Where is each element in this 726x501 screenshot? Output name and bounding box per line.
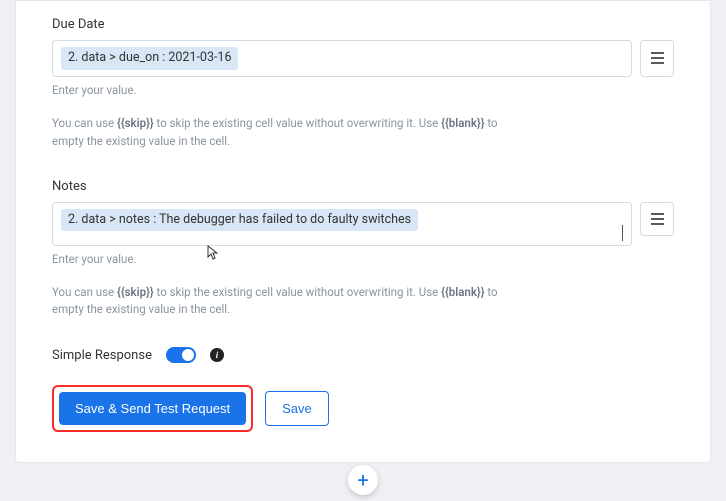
notes-row: 2. data > notes : The debugger has faile…	[52, 202, 674, 246]
save-send-test-button[interactable]: Save & Send Test Request	[59, 392, 246, 425]
primary-button-highlight: Save & Send Test Request	[52, 385, 253, 432]
text-caret	[622, 225, 623, 241]
toggle-knob	[182, 349, 194, 361]
due-date-input[interactable]: 2. data > due_on : 2021-03-16	[52, 40, 632, 77]
notes-hint: Enter your value.	[52, 252, 674, 266]
due-date-help: You can use {{skip}} to skip the existin…	[52, 115, 522, 151]
add-step-button[interactable]: +	[348, 465, 378, 495]
notes-menu-button[interactable]	[640, 202, 674, 236]
simple-response-row: Simple Response i	[52, 347, 674, 363]
due-date-row: 2. data > due_on : 2021-03-16	[52, 40, 674, 77]
hamburger-icon	[650, 52, 665, 64]
config-card: Due Date 2. data > due_on : 2021-03-16 E…	[15, 0, 711, 463]
due-date-hint: Enter your value.	[52, 83, 674, 97]
notes-help: You can use {{skip}} to skip the existin…	[52, 284, 522, 320]
hamburger-icon	[650, 213, 665, 225]
notes-token[interactable]: 2. data > notes : The debugger has faile…	[61, 209, 418, 232]
button-row: Save & Send Test Request Save	[52, 385, 674, 432]
simple-response-toggle[interactable]	[166, 347, 196, 363]
save-button[interactable]: Save	[265, 391, 329, 426]
due-date-token[interactable]: 2. data > due_on : 2021-03-16	[61, 47, 238, 70]
notes-label: Notes	[52, 179, 674, 194]
due-date-menu-button[interactable]	[640, 40, 674, 77]
notes-input[interactable]: 2. data > notes : The debugger has faile…	[52, 202, 632, 246]
simple-response-label: Simple Response	[52, 348, 152, 363]
info-icon[interactable]: i	[210, 348, 224, 362]
plus-icon: +	[357, 470, 368, 490]
due-date-label: Due Date	[52, 17, 674, 32]
